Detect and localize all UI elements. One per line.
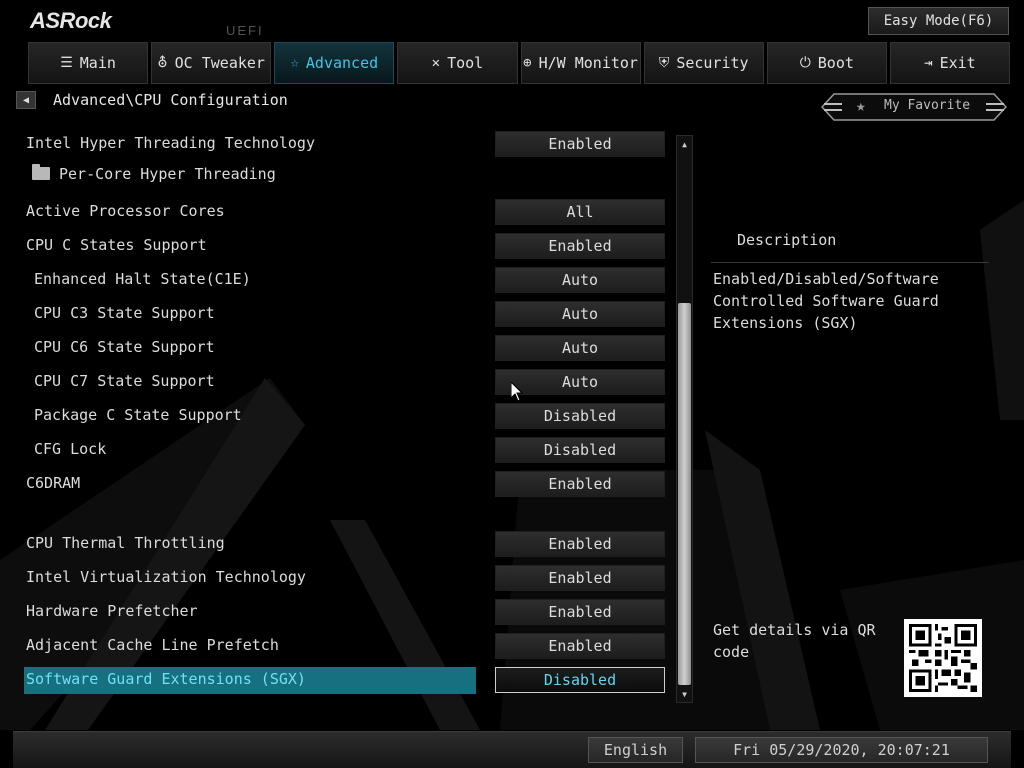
- setting-label: Enhanced Halt State(C1E): [34, 270, 251, 288]
- back-button[interactable]: ◀: [16, 91, 36, 109]
- description-text: Enabled/Disabled/Software Controlled Sof…: [713, 270, 939, 332]
- setting-row-virtualization[interactable]: Intel Virtualization Technology Enabled: [0, 565, 670, 591]
- setting-value[interactable]: Disabled: [495, 667, 665, 693]
- setting-label: Active Processor Cores: [26, 202, 225, 220]
- my-favorite-label: My Favorite: [884, 98, 971, 113]
- setting-value[interactable]: Auto: [495, 335, 665, 361]
- setting-row-adjacent-cache-line[interactable]: Adjacent Cache Line Prefetch Enabled: [0, 633, 670, 659]
- setting-label: Software Guard Extensions (SGX): [26, 670, 306, 688]
- setting-value[interactable]: Auto: [495, 267, 665, 293]
- tab-boot[interactable]: ⏻ Boot: [766, 42, 887, 84]
- scroll-down-icon[interactable]: ▼: [677, 686, 692, 702]
- setting-label: Intel Hyper Threading Technology: [26, 134, 315, 152]
- setting-label: CPU C6 State Support: [34, 338, 215, 356]
- setting-row-package-c-state[interactable]: Package C State Support Disabled: [0, 403, 670, 429]
- tab-exit[interactable]: ⇥ Exit: [889, 42, 1010, 84]
- setting-value[interactable]: Enabled: [495, 599, 665, 625]
- shield-icon: ⛨: [658, 55, 670, 71]
- breadcrumb: Advanced\CPU Configuration: [53, 91, 288, 109]
- exit-icon: ⇥: [924, 55, 933, 71]
- setting-value[interactable]: Enabled: [495, 471, 665, 497]
- setting-value[interactable]: Enabled: [495, 565, 665, 591]
- scroll-up-icon[interactable]: ▲: [677, 136, 692, 152]
- setting-row-c1e[interactable]: Enhanced Halt State(C1E) Auto: [0, 267, 670, 293]
- setting-row-per-core-hyper-threading[interactable]: Per-Core Hyper Threading: [0, 162, 670, 188]
- tab-label: H/W Monitor: [538, 54, 638, 72]
- tools-icon: ✕: [431, 55, 441, 71]
- setting-row-c6dram[interactable]: C6DRAM Enabled: [0, 471, 670, 497]
- setting-row-hardware-prefetcher[interactable]: Hardware Prefetcher Enabled: [0, 599, 670, 625]
- setting-label: CPU C7 State Support: [34, 372, 215, 390]
- tab-oc-tweaker[interactable]: ⛢ OC Tweaker: [151, 42, 272, 84]
- setting-row-hyper-threading[interactable]: Intel Hyper Threading Technology Enabled: [0, 131, 670, 157]
- setting-value[interactable]: Enabled: [495, 131, 665, 157]
- submenu-label: Per-Core Hyper Threading: [59, 165, 276, 183]
- tab-label: Boot: [817, 54, 854, 72]
- tab-label: OC Tweaker: [174, 54, 265, 72]
- setting-value[interactable]: Auto: [495, 301, 665, 327]
- qr-caption: Get details via QR code: [713, 621, 876, 661]
- setting-row-cpu-c-states[interactable]: CPU C States Support Enabled: [0, 233, 670, 259]
- setting-label: CPU C3 State Support: [34, 304, 215, 322]
- tab-tool[interactable]: ✕ Tool: [397, 42, 518, 84]
- language-button[interactable]: English: [588, 737, 683, 763]
- setting-label: CPU Thermal Throttling: [26, 534, 225, 552]
- back-arrow-icon: ◀: [22, 94, 30, 106]
- description-title: Description: [737, 231, 837, 249]
- setting-value[interactable]: Enabled: [495, 531, 665, 557]
- setting-label: Hardware Prefetcher: [26, 602, 198, 620]
- asrock-logo: ASRock: [30, 8, 112, 33]
- rocket-icon: ⛢: [157, 55, 168, 71]
- tab-label: Exit: [939, 54, 976, 72]
- star-icon: ☆: [290, 55, 299, 71]
- setting-row-c3[interactable]: CPU C3 State Support Auto: [0, 301, 670, 327]
- favorite-star-icon: ★: [856, 96, 866, 115]
- setting-row-c7[interactable]: CPU C7 State Support Auto: [0, 369, 670, 395]
- mouse-cursor-icon: [510, 380, 524, 406]
- setting-value[interactable]: Enabled: [495, 633, 665, 659]
- tab-label: Advanced: [305, 54, 379, 72]
- setting-label: CFG Lock: [34, 440, 107, 458]
- setting-value[interactable]: Disabled: [495, 437, 665, 463]
- scroll-thumb[interactable]: [678, 303, 691, 685]
- setting-row-sgx[interactable]: Software Guard Extensions (SGX) Disabled: [0, 667, 670, 694]
- setting-row-c6[interactable]: CPU C6 State Support Auto: [0, 335, 670, 361]
- setting-value[interactable]: Enabled: [495, 233, 665, 259]
- monitor-icon: ⊕: [523, 55, 532, 71]
- list-icon: ☰: [60, 55, 73, 71]
- settings-list: Intel Hyper Threading Technology Enabled…: [0, 128, 700, 708]
- setting-row-active-processor-cores[interactable]: Active Processor Cores All: [0, 199, 670, 225]
- setting-label: CPU C States Support: [26, 236, 207, 254]
- setting-label: Per-Core Hyper Threading: [32, 164, 276, 183]
- uefi-label: UEFI: [226, 23, 264, 38]
- setting-label: C6DRAM: [26, 474, 81, 492]
- settings-scrollbar[interactable]: ▲ ▼: [676, 135, 693, 703]
- my-favorite-button[interactable]: ★ My Favorite: [820, 92, 1008, 122]
- easy-mode-button[interactable]: Easy Mode(F6): [868, 7, 1009, 35]
- setting-value[interactable]: Disabled: [495, 403, 665, 429]
- main-tab-bar: ☰ Main ⛢ OC Tweaker ☆ Advanced ✕ Tool ⊕ …: [28, 42, 1010, 84]
- setting-row-cfg-lock[interactable]: CFG Lock Disabled: [0, 437, 670, 463]
- tab-security[interactable]: ⛨ Security: [643, 42, 764, 84]
- setting-label: Package C State Support: [34, 406, 242, 424]
- setting-label: Adjacent Cache Line Prefetch: [26, 636, 279, 654]
- setting-row-thermal-throttling[interactable]: CPU Thermal Throttling Enabled: [0, 531, 670, 557]
- setting-label: Intel Virtualization Technology: [26, 568, 306, 586]
- tab-label: Main: [79, 54, 116, 72]
- tab-main[interactable]: ☰ Main: [28, 42, 149, 84]
- tab-label: Security: [676, 54, 749, 72]
- qr-code-icon: [904, 619, 982, 697]
- folder-icon: [32, 164, 50, 180]
- setting-value[interactable]: All: [495, 199, 665, 225]
- description-divider: [711, 262, 989, 263]
- tab-advanced[interactable]: ☆ Advanced: [274, 42, 395, 84]
- power-icon: ⏻: [799, 55, 811, 71]
- tab-label: Tool: [447, 54, 484, 72]
- tab-hw-monitor[interactable]: ⊕ H/W Monitor: [520, 42, 641, 84]
- system-clock: Fri 05/29/2020, 20:07:21: [695, 737, 988, 763]
